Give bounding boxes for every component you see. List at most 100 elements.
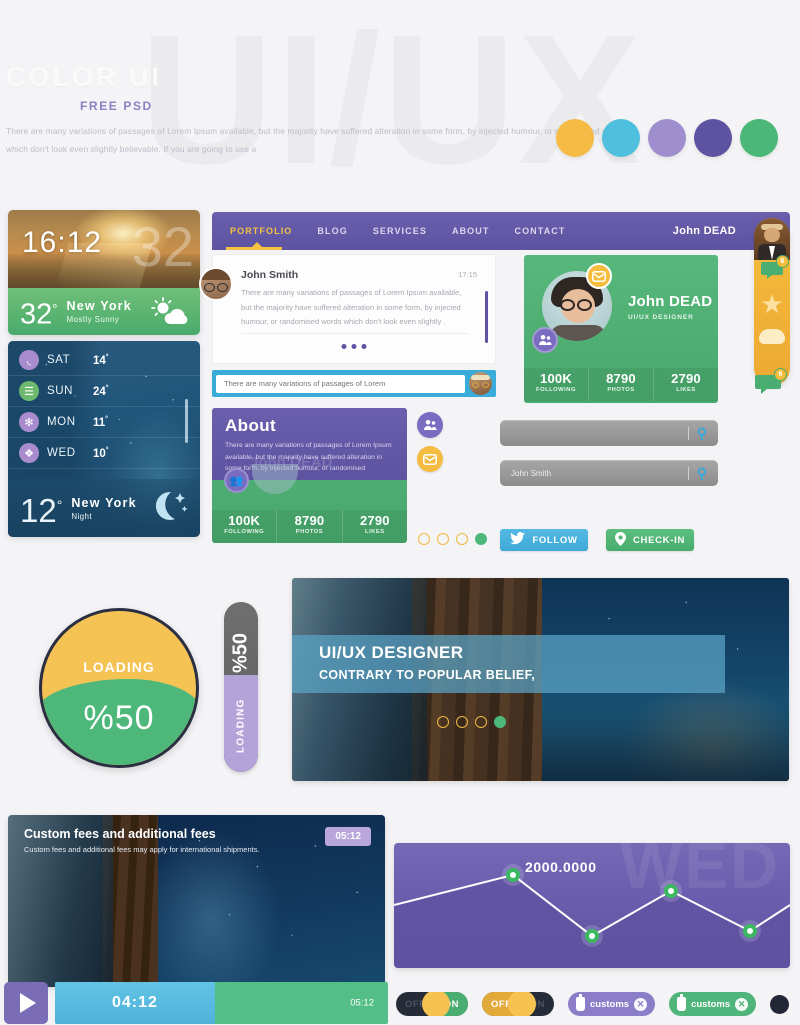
chat-input-bar — [212, 370, 496, 397]
nav-username[interactable]: John DEAD — [673, 225, 736, 237]
follow-button[interactable]: FOLLOW — [500, 529, 588, 551]
weather-night-city: New York — [71, 495, 137, 510]
stat-photos[interactable]: 8790 PHOTOS — [589, 368, 654, 401]
swatch-green[interactable] — [740, 119, 778, 157]
stat-following[interactable]: 100K FOLLOWING — [212, 510, 278, 543]
forecast-row[interactable]: ✻ MON 11° — [8, 407, 200, 438]
weather-day-time: 16:12 — [22, 226, 103, 259]
mail-icon[interactable] — [417, 446, 443, 472]
video-subtitle: Custom fees and additional fees may appl… — [24, 845, 260, 854]
hero-banner[interactable]: UI/UX DESIGNER CONTRARY TO POPULAR BELIE… — [292, 578, 789, 781]
weather-night-condition: Night — [71, 511, 93, 521]
nav-item-contact[interactable]: CONTACT — [514, 226, 565, 236]
pager-dot-active[interactable] — [494, 716, 506, 728]
pager-dot[interactable] — [418, 533, 430, 545]
pager-dot[interactable] — [475, 716, 487, 728]
message-icon[interactable]: 6 — [760, 255, 789, 279]
nav-item-services[interactable]: SERVICES — [373, 226, 427, 236]
toggle-knob[interactable] — [422, 992, 450, 1016]
side-action-tab: 6 ★ — [754, 218, 790, 386]
chat-scrollbar[interactable] — [485, 291, 488, 343]
close-icon[interactable]: ✕ — [735, 997, 749, 1011]
floating-message-icon[interactable]: 6 — [754, 368, 787, 395]
search-icon[interactable]: ⚲ — [697, 465, 707, 482]
forecast-row[interactable]: ☰ SUN 24° — [8, 376, 200, 407]
search-input[interactable] — [500, 420, 688, 446]
toggle-off-on-amber[interactable]: OFF ON — [482, 992, 554, 1016]
map-pin-icon — [614, 531, 626, 549]
profile-role: UI/UX DESIGNER — [628, 314, 694, 321]
vertical-progress-bar[interactable]: %50 LOADING — [224, 602, 258, 772]
pager-dot-active[interactable] — [475, 533, 487, 545]
swatch-purple[interactable] — [694, 119, 732, 157]
chip-customs-purple[interactable]: customs ✕ — [568, 992, 656, 1016]
stat-likes[interactable]: 2790 LIKES — [654, 368, 718, 401]
page-title: COLOR UI — [6, 62, 162, 92]
chat-timestamp: 17:15 — [458, 270, 477, 279]
star-icon[interactable]: ★ — [760, 291, 783, 317]
forecast-temp: 11° — [93, 415, 108, 429]
search-icon[interactable]: ⚲ — [697, 425, 707, 442]
hail-icon: ❖ — [19, 443, 39, 463]
people-icon[interactable] — [532, 327, 558, 353]
controls-row: OFF ON OFF ON customs ✕ customs ✕ — [396, 992, 800, 1016]
chat-input[interactable] — [216, 374, 465, 393]
pager-dot[interactable] — [437, 716, 449, 728]
stat-likes[interactable]: 2790 LIKES — [342, 510, 407, 543]
swirl-icon: ◟ — [19, 350, 39, 370]
profile-name: John DEAD — [628, 293, 713, 310]
line-chart[interactable]: WED 2000.0000 — [394, 843, 790, 968]
portfolio-navbar: PORTFOLIO BLOG SERVICES ABOUT CONTACT Jo… — [212, 212, 790, 250]
toggle-knob[interactable] — [508, 992, 536, 1016]
stat-label: LIKES — [365, 529, 385, 535]
floating-message-badge: 6 — [774, 368, 787, 381]
search-input[interactable] — [500, 460, 688, 486]
color-watermark-label: COLOR — [711, 100, 778, 115]
play-button[interactable] — [4, 982, 48, 1024]
avatar[interactable] — [199, 267, 233, 301]
nav-item-about[interactable]: ABOUT — [452, 226, 490, 236]
video-progress-track[interactable]: 04:12 05:12 — [55, 982, 388, 1024]
search-bar-empty: ⚲ — [500, 420, 718, 446]
play-icon — [19, 993, 36, 1013]
chat-message-card: John Smith 17:15 There are many variatio… — [199, 254, 496, 364]
radio-unselected[interactable] — [770, 994, 790, 1014]
profile-stats-row: 100K FOLLOWING 8790 PHOTOS 2790 LIKES — [524, 368, 718, 401]
swatch-lavender[interactable] — [648, 119, 686, 157]
checkin-button[interactable]: CHECK-IN — [606, 529, 694, 551]
pager-dot[interactable] — [437, 533, 449, 545]
stat-label: FOLLOWING — [536, 387, 576, 393]
close-icon[interactable]: ✕ — [634, 997, 648, 1011]
cloud-icon[interactable] — [759, 329, 785, 344]
mail-icon[interactable] — [586, 263, 612, 289]
weather-card-night[interactable]: ◟ SAT 14° ☰ SUN 24° ✻ MON 11° ❖ WED 10° … — [8, 341, 200, 537]
nav-item-portfolio[interactable]: PORTFOLIO — [225, 226, 292, 250]
chart-point[interactable] — [581, 925, 603, 947]
avatar[interactable] — [469, 372, 492, 395]
stat-photos[interactable]: 8790 PHOTOS — [277, 510, 343, 543]
people-icon[interactable] — [417, 412, 443, 438]
chart-point[interactable] — [660, 880, 682, 902]
toggle-off-on-green[interactable]: OFF ON — [396, 992, 468, 1016]
pager-dot[interactable] — [456, 716, 468, 728]
forecast-row[interactable]: ❖ WED 10° — [8, 438, 200, 469]
loading-percent: %50 — [83, 699, 155, 737]
pager-dot[interactable] — [456, 533, 468, 545]
chart-point[interactable] — [739, 920, 761, 942]
nav-item-blog[interactable]: BLOG — [317, 226, 347, 236]
forecast-row[interactable]: ◟ SAT 14° — [8, 345, 200, 376]
swatch-yellow[interactable] — [556, 119, 594, 157]
chat-message-text: There are many variations of passages of… — [241, 288, 462, 326]
weather-card-day[interactable]: 32 16:12 32° New York Mostly Sunny — [8, 210, 200, 335]
weather-day-condition: Mostly Sunny — [66, 315, 120, 324]
chip-customs-green[interactable]: customs ✕ — [669, 992, 757, 1016]
video-progress-fill: 04:12 — [55, 982, 215, 1024]
sun-cloud-icon — [150, 296, 188, 327]
avatar[interactable] — [754, 218, 790, 260]
chart-point[interactable] — [502, 864, 524, 886]
checkin-button-label: CHECK-IN — [632, 534, 686, 546]
stat-following[interactable]: 100K FOLLOWING — [524, 368, 589, 401]
video-card[interactable]: Custom fees and additional fees Custom f… — [8, 815, 385, 987]
swatch-blue[interactable] — [602, 119, 640, 157]
people-icon[interactable]: 👥 — [224, 468, 249, 493]
